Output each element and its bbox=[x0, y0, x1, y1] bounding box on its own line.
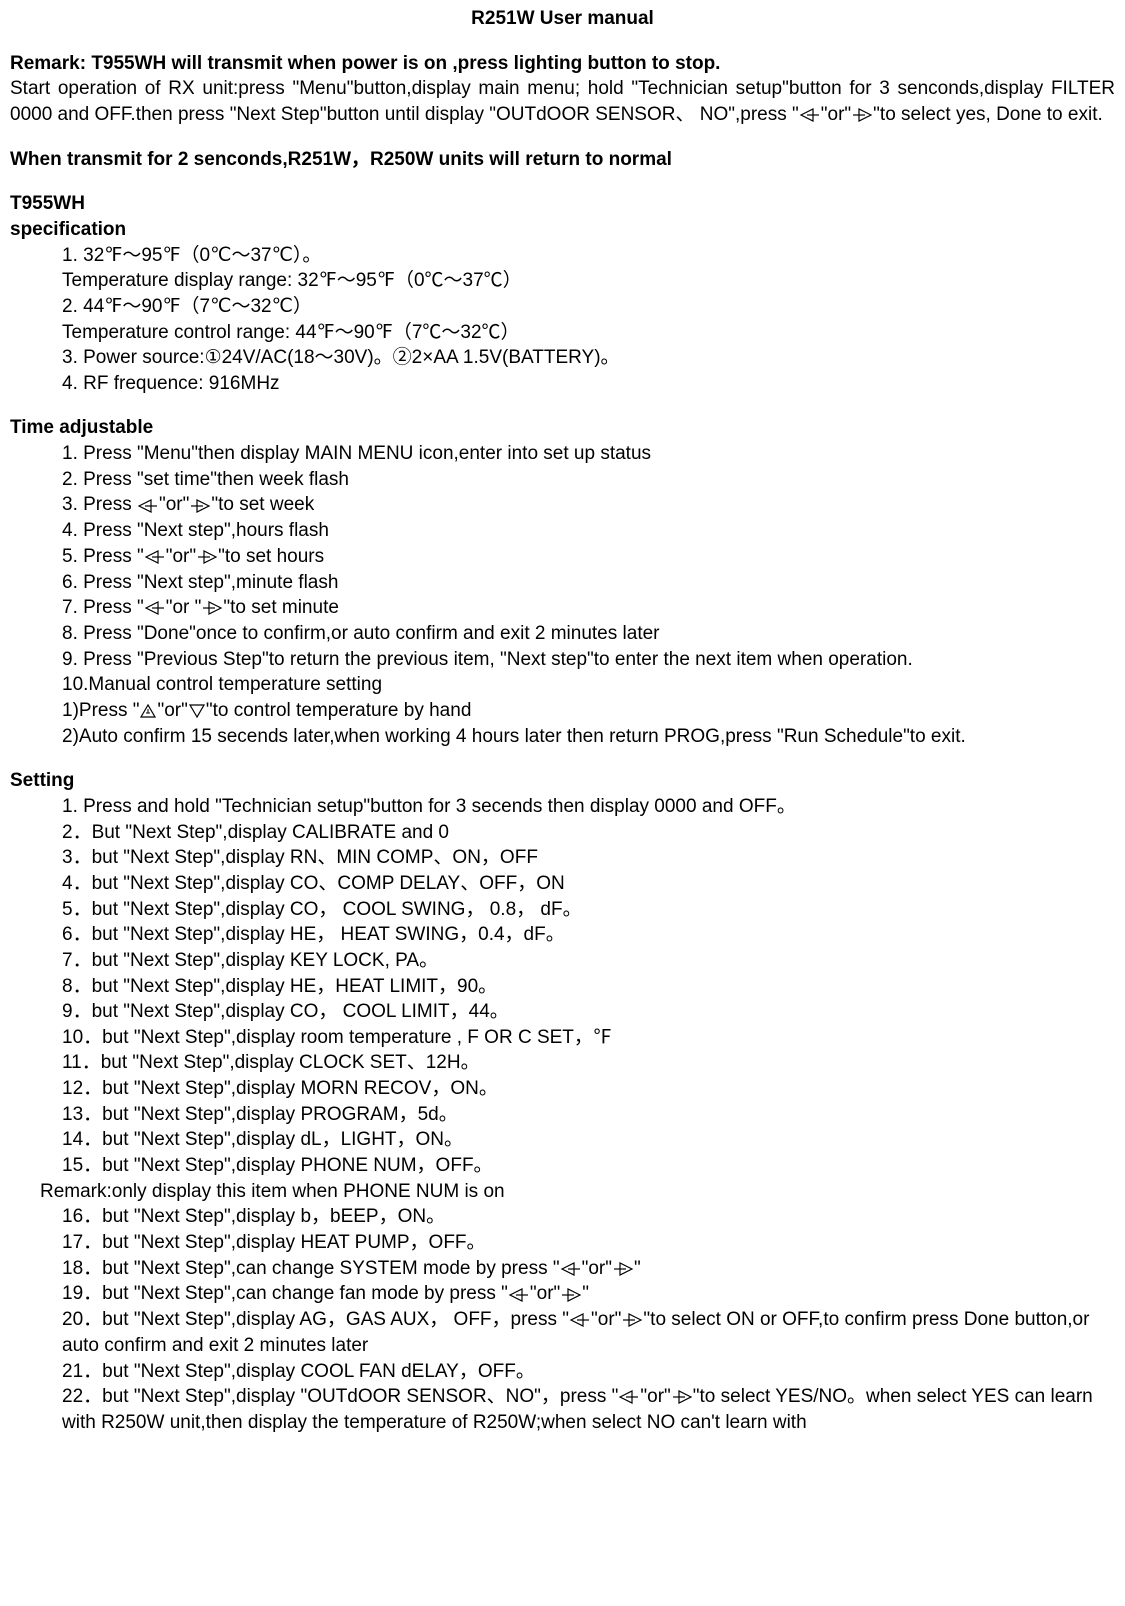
remark-line1c: "or" bbox=[821, 104, 851, 125]
set-20a: 20．but "Next Step",display AG，GAS AUX， O… bbox=[62, 1309, 569, 1330]
right-arrow-icon bbox=[189, 493, 211, 519]
remark-line1d: "to select yes, Done to exit. bbox=[873, 104, 1103, 125]
remark-heading: Remark: T955WH will transmit when power … bbox=[10, 51, 1115, 77]
set-22a: 22．but "Next Step",display "OUTdOOR SENS… bbox=[62, 1386, 618, 1407]
time-6: 6. Press "Next step",minute flash bbox=[10, 570, 1115, 596]
spec-1: 1. 32℉～95℉（0℃～37℃）。 bbox=[10, 243, 1115, 269]
set-22: 22．but "Next Step",display "OUTdOOR SENS… bbox=[10, 1384, 1115, 1435]
set-12: 12．but "Next Step",display MORN RECOV，ON… bbox=[10, 1076, 1115, 1102]
left-arrow-icon bbox=[569, 1307, 591, 1333]
set-18a: 18．but "Next Step",can change SYSTEM mod… bbox=[62, 1258, 560, 1279]
left-arrow-icon bbox=[560, 1256, 582, 1282]
set-7: 7．but "Next Step",display KEY LOCK, PA。 bbox=[10, 948, 1115, 974]
up-triangle-icon bbox=[139, 698, 157, 724]
time-3b: "or" bbox=[159, 494, 189, 515]
time-11c: "to control temperature by hand bbox=[206, 700, 472, 721]
right-arrow-icon bbox=[196, 544, 218, 570]
spec-3: 2. 44℉～90℉（7℃～32℃） bbox=[10, 294, 1115, 320]
time-5a: 5. Press " bbox=[62, 546, 144, 567]
left-arrow-icon bbox=[144, 595, 166, 621]
right-arrow-icon bbox=[560, 1282, 582, 1308]
spec-head2: specification bbox=[10, 217, 1115, 243]
time-12: 2)Auto confirm 15 secends later,when wor… bbox=[10, 724, 1115, 750]
time-5b: "or" bbox=[166, 546, 196, 567]
set-9: 9．but "Next Step",display CO， COOL LIMIT… bbox=[10, 999, 1115, 1025]
time-7c: "to set minute bbox=[223, 597, 339, 618]
time-10: 10.Manual control temperature setting bbox=[10, 672, 1115, 698]
spec-2: Temperature display range: 32℉～95℉（0℃～37… bbox=[10, 268, 1115, 294]
set-20b: "or" bbox=[591, 1309, 621, 1330]
time-3: 3. Press "or" "to set week bbox=[10, 492, 1115, 518]
set-5: 5．but "Next Step",display CO， COOL SWING… bbox=[10, 897, 1115, 923]
time-5c: "to set hours bbox=[218, 546, 324, 567]
set-19a: 19．but "Next Step",can change fan mode b… bbox=[62, 1283, 508, 1304]
left-arrow-icon bbox=[144, 544, 166, 570]
time-2: 2. Press "set time"then week flash bbox=[10, 467, 1115, 493]
set-6: 6．but "Next Step",display HE， HEAT SWING… bbox=[10, 922, 1115, 948]
set-1: 1. Press and hold "Technician setup"butt… bbox=[10, 794, 1115, 820]
set-18b: "or" bbox=[582, 1258, 612, 1279]
right-arrow-icon bbox=[671, 1384, 693, 1410]
left-arrow-icon bbox=[618, 1384, 640, 1410]
setting-head: Setting bbox=[10, 768, 1115, 794]
set-2: 2．But "Next Step",display CALIBRATE and … bbox=[10, 820, 1115, 846]
set-22b: "or" bbox=[640, 1386, 670, 1407]
time-9: 9. Press "Previous Step"to return the pr… bbox=[10, 647, 1115, 673]
time-3c: "to set week bbox=[211, 494, 314, 515]
set-10: 10．but "Next Step",display room temperat… bbox=[10, 1025, 1115, 1051]
time-11b: "or" bbox=[157, 700, 187, 721]
left-arrow-icon bbox=[137, 493, 159, 519]
set-21: 21．but "Next Step",display COOL FAN dELA… bbox=[10, 1359, 1115, 1385]
down-triangle-icon bbox=[188, 698, 206, 724]
right-arrow-icon bbox=[621, 1307, 643, 1333]
set-15: 15．but "Next Step",display PHONE NUM，OFF… bbox=[10, 1153, 1115, 1179]
time-3a: 3. Press bbox=[62, 494, 137, 515]
spec-5: 3. Power source:①24V/AC(18～30V)。②2×AA 1.… bbox=[10, 345, 1115, 371]
set-14: 14．but "Next Step",display dL，LIGHT，ON。 bbox=[10, 1127, 1115, 1153]
time-11: 1)Press " "or" "to control temperature by … bbox=[10, 698, 1115, 724]
normal-line: When transmit for 2 senconds,R251W，R250W… bbox=[10, 147, 1115, 173]
set-19b: "or" bbox=[530, 1283, 560, 1304]
time-7b: "or " bbox=[166, 597, 202, 618]
time-7: 7. Press " "or " "to set minute bbox=[10, 595, 1115, 621]
set-18c: " bbox=[634, 1258, 641, 1279]
set-17: 17．but "Next Step",display HEAT PUMP，OFF… bbox=[10, 1230, 1115, 1256]
set-4: 4．but "Next Step",display CO、COMP DELAY、… bbox=[10, 871, 1115, 897]
set-20: 20．but "Next Step",display AG，GAS AUX， O… bbox=[10, 1307, 1115, 1358]
spec-head1: T955WH bbox=[10, 191, 1115, 217]
set-3: 3．but "Next Step",display RN、MIN COMP、ON… bbox=[10, 845, 1115, 871]
set-16: 16．but "Next Step",display b，bEEP，ON。 bbox=[10, 1204, 1115, 1230]
set-11: 11．but "Next Step",display CLOCK SET、12H… bbox=[10, 1050, 1115, 1076]
time-7a: 7. Press " bbox=[62, 597, 144, 618]
set-13: 13．but "Next Step",display PROGRAM，5d。 bbox=[10, 1102, 1115, 1128]
time-11a: 1)Press " bbox=[62, 700, 139, 721]
page-title: R251W User manual bbox=[10, 6, 1115, 32]
setting-remark: Remark:only display this item when PHONE… bbox=[10, 1179, 1115, 1205]
set-19c: " bbox=[582, 1283, 589, 1304]
set-19: 19．but "Next Step",can change fan mode b… bbox=[10, 1281, 1115, 1307]
remark-line1b: NO",press " bbox=[700, 104, 799, 125]
time-4: 4. Press "Next step",hours flash bbox=[10, 518, 1115, 544]
time-10-text: 10.Manual control temperature setting bbox=[62, 674, 382, 695]
spec-6: 4. RF frequence: 916MHz bbox=[10, 371, 1115, 397]
time-5: 5. Press " "or" "to set hours bbox=[10, 544, 1115, 570]
set-18: 18．but "Next Step",can change SYSTEM mod… bbox=[10, 1256, 1115, 1282]
left-arrow-icon bbox=[799, 102, 821, 128]
right-arrow-icon bbox=[851, 102, 873, 128]
time-8: 8. Press "Done"once to confirm,or auto c… bbox=[10, 621, 1115, 647]
time-head: Time adjustable bbox=[10, 415, 1115, 441]
set-8: 8．but "Next Step",display HE，HEAT LIMIT，… bbox=[10, 974, 1115, 1000]
remark-body: Start operation of RX unit:press "Menu"b… bbox=[10, 76, 1115, 127]
spec-4: Temperature control range: 44℉～90℉（7℃～32… bbox=[10, 320, 1115, 346]
page: R251W User manual Remark: T955WH will tr… bbox=[0, 0, 1125, 1606]
time-1: 1. Press "Menu"then display MAIN MENU ic… bbox=[10, 441, 1115, 467]
right-arrow-icon bbox=[612, 1256, 634, 1282]
left-arrow-icon bbox=[508, 1282, 530, 1308]
right-arrow-icon bbox=[201, 595, 223, 621]
